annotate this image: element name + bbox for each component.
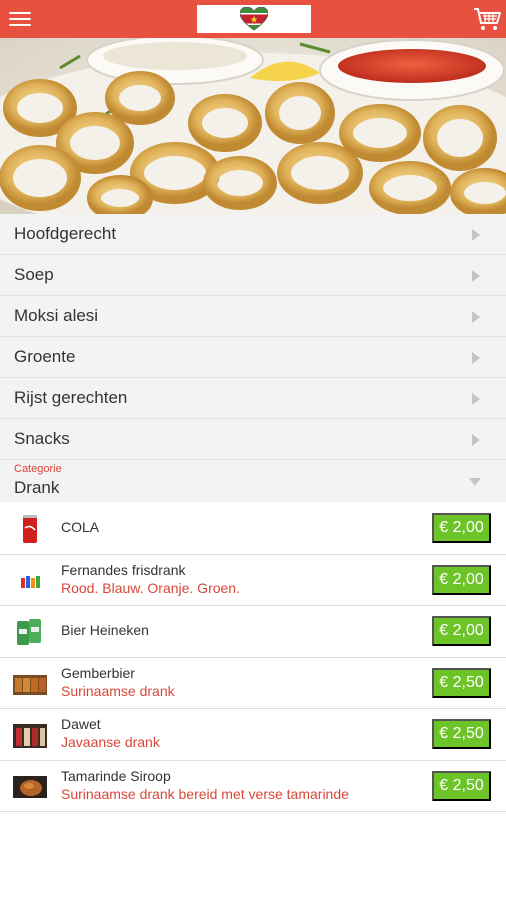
category-label: Rijst gerechten [14,388,128,407]
chevron-right-icon [472,393,480,405]
product-name: COLA [61,519,100,535]
product-row-fernandes[interactable]: Fernandes frisdrank Rood. Blauw. Oranje.… [0,554,506,606]
chevron-right-icon [472,270,480,282]
hero-food-image [0,38,506,214]
chevron-right-icon [472,352,480,364]
category-hoofdgerecht[interactable]: Hoofdgerecht [0,214,506,255]
product-row-tamarinde[interactable]: Tamarinde Siroop Surinaamse drank bereid… [0,760,506,812]
category-label: Hoofdgerecht [14,224,117,243]
product-name: Dawet [61,716,101,732]
product-row-dawet[interactable]: Dawet Javaanse drank € 2,50 [0,709,506,761]
category-snacks[interactable]: Snacks [0,419,506,460]
category-rijst-gerechten[interactable]: Rijst gerechten [0,378,506,419]
add-to-cart-price-button[interactable]: € 2,00 [432,616,491,646]
add-to-cart-price-button[interactable]: € 2,00 [432,513,491,543]
category-label: Snacks [14,429,70,448]
category-moksi-alesi[interactable]: Moksi alesi [0,296,506,337]
category-drank-expanded[interactable]: Categorie Drank [0,460,506,502]
product-row-gemberbier[interactable]: Gemberbier Surinaamse drank € 2,50 [0,657,506,709]
product-name: Gemberbier [61,664,135,681]
product-row-heineken[interactable]: Bier Heineken € 2,00 [0,606,506,658]
add-to-cart-price-button[interactable]: € 2,50 [432,770,491,801]
hamburger-menu-icon[interactable] [9,9,31,29]
product-name: Tamarinde Siroop [61,767,171,784]
category-label: Groente [14,347,76,366]
shopping-cart-icon[interactable] [472,5,502,33]
category-groente[interactable]: Groente [0,337,506,378]
dawet-bottles-icon [13,720,47,750]
category-soep[interactable]: Soep [0,255,506,296]
product-description: Javaanse drank [61,734,160,750]
chevron-right-icon [472,229,480,241]
selected-category-label: Drank [14,478,60,497]
chevron-right-icon [472,311,480,323]
fernandes-bottles-icon [13,566,47,596]
gemberbier-icon [13,669,47,699]
product-description: Surinaamse drank bereid met verse tamari… [61,785,349,802]
category-label: Moksi alesi [14,306,99,325]
heineken-cans-icon [13,617,47,647]
add-to-cart-price-button[interactable]: € 2,00 [432,564,491,595]
add-to-cart-price-button[interactable]: € 2,50 [432,667,491,698]
tamarinde-icon [13,772,47,802]
app-logo[interactable] [197,5,311,33]
product-description: Surinaamse drank [61,682,175,699]
product-description: Rood. Blauw. Oranje. Groen. [61,579,240,596]
cola-can-icon [13,514,47,544]
category-list: Hoofdgerecht Soep Moksi alesi Groente Ri… [0,214,506,502]
suriname-heart-logo-icon [240,7,268,31]
category-label: Soep [14,265,54,284]
product-list: COLA € 2,00 Fernandes frisdrank Rood. Bl… [0,503,506,812]
product-name: Fernandes frisdrank [61,561,186,578]
chevron-down-icon [469,478,481,486]
product-row-cola[interactable]: COLA € 2,00 [0,503,506,555]
add-to-cart-price-button[interactable]: € 2,50 [432,719,491,749]
product-name: Bier Heineken [61,622,149,638]
category-caption: Categorie [14,463,62,475]
top-app-bar [0,0,506,38]
chevron-right-icon [472,434,480,446]
